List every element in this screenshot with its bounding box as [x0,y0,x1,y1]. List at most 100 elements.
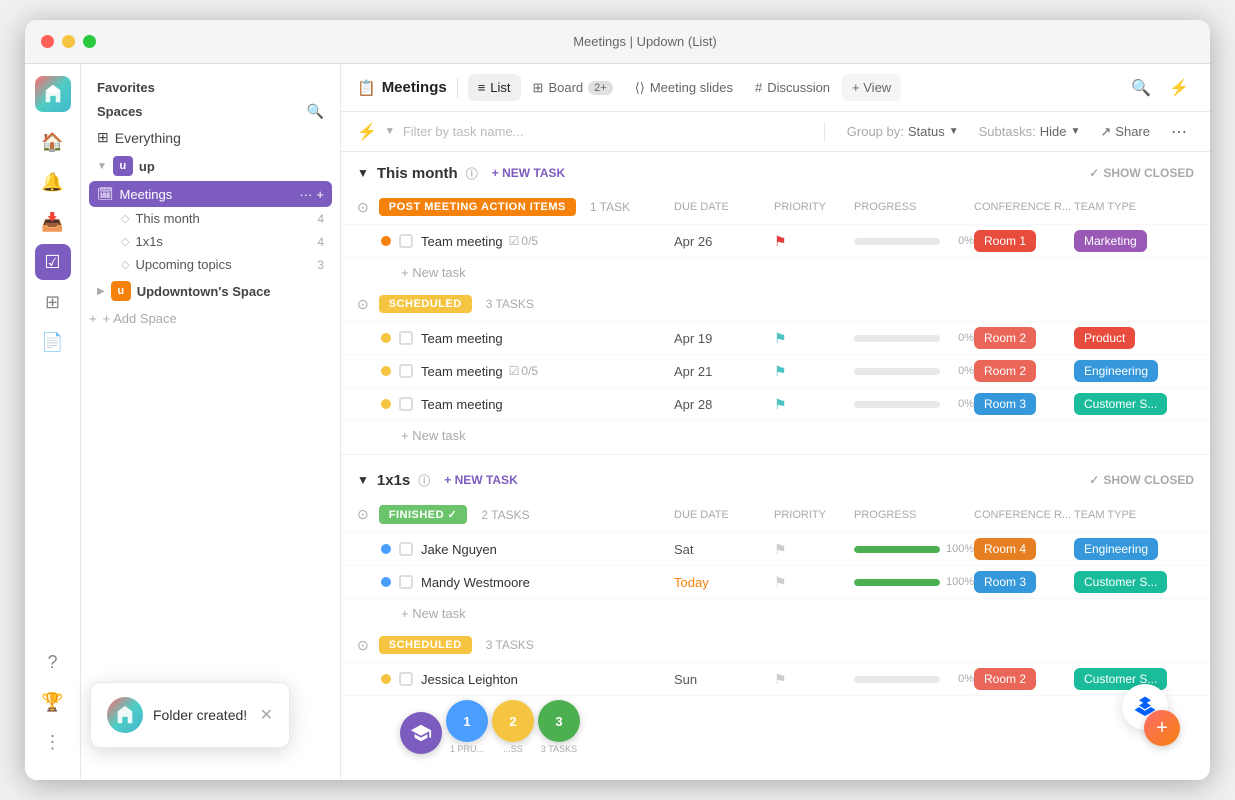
task-checkbox[interactable] [399,331,413,345]
table-row[interactable]: Team meeting ☑ 0/5 Apr 26 ⚑ [341,225,1210,258]
fab-area: 1 1 PRU... 2 ...SS 3 3 TASKS [400,700,580,754]
maximize-button[interactable] [83,35,96,48]
task-checkbox[interactable] [399,364,413,378]
progress-fill [854,546,940,553]
table-row[interactable]: Team meeting Apr 28 ⚑ 0% [341,388,1210,421]
add-button[interactable]: + [1144,710,1180,746]
finished-group: ⊙ FINISHED ✓ 2 TASKS DUE DATE PRIORITY P… [341,497,1210,628]
tab-board[interactable]: ⊞ Board 2+ [523,74,623,102]
lightning-button[interactable]: ⚡ [1164,73,1194,103]
tab-list[interactable]: ≡ List [468,74,521,101]
progress-pct: 100% [946,576,974,588]
toast-message: Folder created! [153,707,247,723]
inbox-icon[interactable]: 📥 [35,204,71,240]
toast-notification: Folder created! ✕ [90,682,290,748]
meetings-add-icon[interactable]: + [316,187,324,202]
help-icon[interactable]: ? [35,644,71,680]
more-icon[interactable]: ⋮ [35,724,71,760]
search-button[interactable]: 🔍 [1126,73,1156,103]
task-team-type: Marketing [1074,232,1194,250]
toast-close-button[interactable]: ✕ [260,705,273,725]
discussion-label: Discussion [767,80,830,95]
task-name: Team meeting ☑ 0/5 [421,234,674,249]
fab-2[interactable]: 2 [492,700,534,742]
meetings-actions[interactable]: ··· + [299,187,324,202]
filter-input[interactable]: Filter by task name... [403,124,808,139]
1x1s-section-label: 1x1s [377,472,410,489]
section-1x1s-header[interactable]: ▼ 1x1s ⓘ + NEW TASK ✓ SHOW CLOSED [341,459,1210,497]
sidebar-subitem-upcoming[interactable]: ◇ Upcoming topics 3 [89,253,332,276]
table-row[interactable]: Mandy Westmoore Today ⚑ 100% [341,566,1210,599]
window-controls[interactable] [41,35,96,48]
close-button[interactable] [41,35,54,48]
sidebar-subitem-1x1s[interactable]: ◇ 1x1s 4 [89,230,332,253]
task-checkbox[interactable] [399,234,413,248]
tab-discussion[interactable]: # Discussion [745,74,840,101]
space-up-header[interactable]: ▼ u up [89,151,332,181]
more-options-button[interactable]: ⋯ [1164,117,1194,147]
doc-icon[interactable]: 📄 [35,324,71,360]
task-priority: ⚑ [774,574,854,591]
add-task-row[interactable]: + New task [341,258,1210,287]
1x1s-new-task[interactable]: + NEW TASK [438,471,523,489]
task-conf-room: Room 1 [974,232,1074,250]
fab-1[interactable]: 1 [446,700,488,742]
section-divider [341,454,1210,455]
team-tag: Marketing [1074,230,1147,252]
expand-icon[interactable]: ⊙ [357,199,369,216]
sidebar-subitem-this-month[interactable]: ◇ This month 4 [89,207,332,230]
finished-expand-icon[interactable]: ⊙ [357,506,369,523]
task-subtask: ☑ 0/5 [509,234,538,248]
task-checkbox[interactable] [399,542,413,556]
fab-3[interactable]: 3 [538,700,580,742]
1x1s-show-closed[interactable]: ✓ SHOW CLOSED [1089,473,1194,487]
col-team: TEAM TYPE [1074,201,1194,213]
share-button[interactable]: ↗ Share [1094,121,1156,143]
scheduled-count-2: 3 TASKS [486,638,534,652]
tasks-icon[interactable]: ☑ [35,244,71,280]
bell-icon[interactable]: 🔔 [35,164,71,200]
scheduled-expand-icon[interactable]: ⊙ [357,296,369,313]
education-fab[interactable] [400,712,442,754]
conf-tag: Room 4 [974,538,1036,560]
subtasks-option[interactable]: Subtasks: Hide ▼ [973,121,1087,142]
task-dot [381,366,391,376]
this-month-new-task[interactable]: + NEW TASK [486,164,571,182]
minimize-button[interactable] [62,35,75,48]
progress-pct: 0% [946,332,974,344]
fab-2-label: ...SS [503,744,523,754]
task-checkbox[interactable] [399,672,413,686]
space-updowntown-header[interactable]: ▶ u Updowntown's Space [89,276,332,306]
sidebar-item-everything[interactable]: ⊞ Everything [89,124,332,151]
table-row[interactable]: Jessica Leighton Sun ⚑ 0% [341,663,1210,696]
col-progress: PROGRESS [854,201,974,213]
trophy-icon[interactable]: 🏆 [35,684,71,720]
task-checkbox[interactable] [399,397,413,411]
task-dot [381,674,391,684]
expand-icon-2[interactable]: ⊙ [357,637,369,654]
add-space-button[interactable]: + + Add Space [81,306,340,331]
task-conf: Room 3 [974,573,1074,591]
logo-icon[interactable] [35,76,71,112]
add-task-row-2[interactable]: + New task [341,421,1210,450]
home-icon[interactable]: 🏠 [35,124,71,160]
meetings-more-icon[interactable]: ··· [299,187,312,202]
sidebar-search-icon[interactable]: 🔍 [307,103,324,120]
grid-icon[interactable]: ⊞ [35,284,71,320]
add-task-row-3[interactable]: + New task [341,599,1210,628]
task-checkbox[interactable] [399,575,413,589]
add-view-button[interactable]: + View [842,74,901,101]
table-row[interactable]: Team meeting Apr 19 ⚑ 0% [341,322,1210,355]
conf-tag: Room 2 [974,327,1036,349]
table-row[interactable]: Team meeting ☑ 0/5 Apr 21 ⚑ [341,355,1210,388]
task-conf: Room 2 [974,670,1074,688]
sidebar-item-meetings[interactable]: 🗓 Meetings ··· + [89,181,332,207]
task-priority: ⚑ [774,396,854,413]
tab-meeting-slides[interactable]: ⟨⟩ Meeting slides [625,74,743,102]
group-by-option[interactable]: Group by: Status ▼ [841,121,965,142]
section-this-month-header[interactable]: ▼ This month ⓘ + NEW TASK ✓ SHOW CLOSED [341,152,1210,190]
progress-pct: 0% [946,673,974,685]
board-label: Board [548,80,583,95]
this-month-show-closed[interactable]: ✓ SHOW CLOSED [1089,166,1194,180]
table-row[interactable]: Jake Nguyen Sat ⚑ 100% [341,533,1210,566]
